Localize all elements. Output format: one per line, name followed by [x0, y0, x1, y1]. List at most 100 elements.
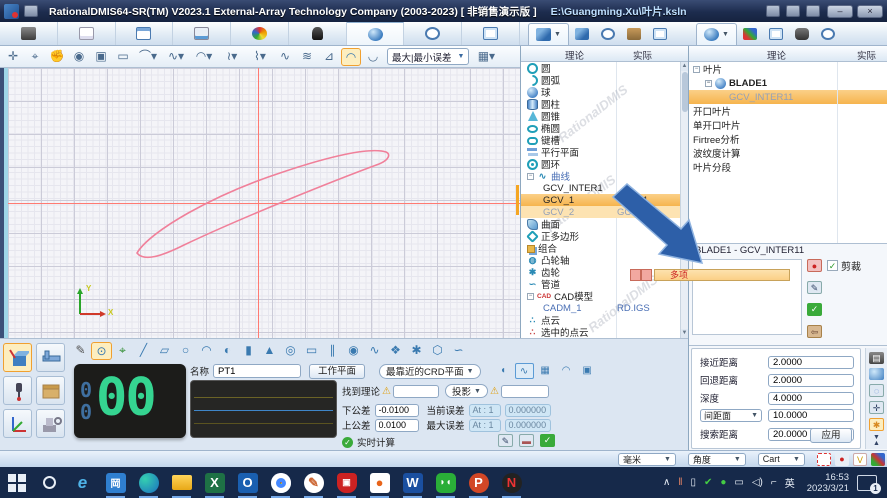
- tab-print[interactable]: [0, 22, 58, 45]
- tree-item-open-blade[interactable]: 开口叶片: [689, 104, 887, 118]
- print-icon[interactable]: ▤: [869, 352, 884, 364]
- taskbar-powerpoint[interactable]: P: [462, 467, 495, 498]
- tab-blade-sphere[interactable]: ▼: [696, 23, 737, 45]
- curve-feature-icon[interactable]: ∿: [364, 342, 385, 360]
- taskbar-edge[interactable]: [132, 467, 165, 498]
- surface-strip-icon[interactable]: ⊿: [319, 48, 339, 66]
- tab-solid-cube[interactable]: ▼: [528, 23, 569, 45]
- exit-icon[interactable]: ⇦: [807, 325, 822, 338]
- scroll-up-icon[interactable]: ▲: [681, 62, 688, 71]
- tree-item-pointcloud-selected[interactable]: ∴选中的点云: [521, 326, 680, 338]
- tray-status-icon[interactable]: ‖: [678, 477, 682, 488]
- alarm-icon[interactable]: ●: [835, 453, 849, 466]
- start-button[interactable]: [0, 467, 33, 498]
- tab-display[interactable]: [173, 22, 231, 45]
- probe-sphere-icon[interactable]: [869, 368, 884, 380]
- tree-item-curve[interactable]: −∿曲线: [521, 170, 680, 182]
- error-mode-dropdown[interactable]: 最大|最小误差 ▼: [387, 48, 469, 65]
- erase-icon[interactable]: ▬: [519, 434, 534, 447]
- cube-view-icon[interactable]: ▣: [578, 363, 597, 379]
- torus-feature-icon[interactable]: ◉: [343, 342, 364, 360]
- surface-feature-icon[interactable]: ❖: [385, 342, 406, 360]
- scan-curve-1-icon[interactable]: ⌒▾: [135, 48, 161, 66]
- tree-item-blade1[interactable]: −BLADE1: [689, 76, 887, 90]
- zoom-window-icon[interactable]: ⌖: [25, 48, 45, 66]
- controller-icon[interactable]: [766, 5, 780, 17]
- theory-column-header[interactable]: 理论: [767, 48, 786, 62]
- network-icon[interactable]: ⌐: [771, 477, 777, 488]
- profile-view-icon[interactable]: ∿: [515, 363, 534, 379]
- tree-item-firtree[interactable]: Firtree分析: [689, 132, 887, 146]
- taskbar-clock[interactable]: 16:53 2023/3/21: [807, 472, 849, 494]
- scan-curve-2-icon[interactable]: ∿▾: [163, 48, 189, 66]
- pitch-mode-dropdown[interactable]: 间距面▼: [700, 409, 762, 422]
- quick-access-icon[interactable]: [24, 5, 38, 17]
- coordinate-system-button[interactable]: [3, 409, 32, 438]
- feature-cube-icon[interactable]: [575, 28, 589, 40]
- actual-column-header[interactable]: 实际: [633, 48, 652, 62]
- polygon-feature-icon[interactable]: ⬡: [427, 342, 448, 360]
- app-icon[interactable]: [4, 4, 19, 19]
- report-screen-icon[interactable]: [653, 28, 667, 40]
- window-icon[interactable]: [769, 28, 783, 40]
- collapse-icon[interactable]: −: [527, 173, 534, 180]
- scan-curve-5-icon[interactable]: ⌇▾: [247, 48, 273, 66]
- tab-clock[interactable]: [404, 22, 462, 45]
- view-eye-icon[interactable]: ◉: [69, 48, 89, 66]
- angle-dropdown[interactable]: 角度▼: [688, 453, 746, 466]
- close-button[interactable]: ×: [857, 5, 883, 18]
- retract-distance-input[interactable]: [768, 374, 854, 387]
- pan-view-icon[interactable]: ✛: [3, 48, 23, 66]
- cone-feature-icon[interactable]: ▲: [259, 342, 280, 360]
- projection-dropdown[interactable]: 投影▼: [445, 384, 488, 398]
- taskbar-explorer[interactable]: [165, 467, 198, 498]
- collapse-chevrons-icon[interactable]: ▼▲: [869, 435, 884, 447]
- taskbar-design-app[interactable]: ✎: [297, 467, 330, 498]
- tab-table[interactable]: [116, 22, 174, 45]
- scroll-down-icon[interactable]: ▼: [681, 329, 688, 338]
- bounds-icon[interactable]: [817, 453, 831, 466]
- clear-selection-icon[interactable]: ●: [807, 259, 822, 272]
- curve-flip-icon[interactable]: ◡: [363, 48, 383, 66]
- sphere-feature-icon[interactable]: ◐: [217, 342, 238, 360]
- ellipse-feature-icon[interactable]: ◎: [280, 342, 301, 360]
- taskbar-outlook[interactable]: O: [231, 467, 264, 498]
- measure-mode-button[interactable]: [3, 343, 32, 372]
- graphics-viewport[interactable]: Y X: [0, 68, 520, 338]
- volume-icon[interactable]: ◁): [752, 477, 763, 488]
- ime-indicator[interactable]: 英: [785, 475, 795, 490]
- crd-plane-dropdown[interactable]: 最靠近的CRD平面 ▼: [379, 364, 481, 379]
- taskbar-word[interactable]: W: [396, 467, 429, 498]
- settings-gear-icon[interactable]: ✱: [869, 418, 884, 431]
- curve-measure-active-icon[interactable]: ◠: [341, 48, 361, 66]
- fixture-icon[interactable]: [627, 28, 641, 40]
- tray-check-icon[interactable]: ✔: [704, 477, 712, 488]
- lower-tolerance-input[interactable]: [375, 404, 419, 417]
- grab-hand-icon[interactable]: ✊: [47, 48, 67, 66]
- scan-curve-3-icon[interactable]: ◠▾: [191, 48, 217, 66]
- probe-angle-icon[interactable]: [821, 28, 835, 40]
- taskbar-chrome[interactable]: [264, 467, 297, 498]
- session-icon[interactable]: [806, 5, 820, 17]
- tree-item-blade-segment[interactable]: 叶片分段: [689, 160, 887, 174]
- search-button[interactable]: [33, 467, 66, 498]
- select-box-icon[interactable]: ▣: [91, 48, 111, 66]
- wave-profile-1-icon[interactable]: ∿: [275, 48, 295, 66]
- coord-system-dropdown[interactable]: Cart▼: [758, 453, 805, 466]
- taskbar-ie[interactable]: e: [66, 467, 99, 498]
- tray-expand-icon[interactable]: ∧: [663, 477, 670, 488]
- taskbar-dmis-app[interactable]: N: [495, 467, 528, 498]
- tray-card-icon[interactable]: ▭: [734, 477, 743, 488]
- point-feature-icon[interactable]: ⊙: [91, 342, 112, 360]
- approach-distance-input[interactable]: [768, 356, 854, 369]
- edit-section-icon[interactable]: ✎: [807, 281, 822, 294]
- upper-tolerance-input[interactable]: [375, 419, 419, 432]
- tree-item-waviness[interactable]: 波纹度计算: [689, 146, 887, 160]
- apply-button[interactable]: 应用: [810, 428, 852, 443]
- clip-checkbox[interactable]: ✓ 剪裁: [827, 258, 861, 273]
- tree-item-single-open-blade[interactable]: 单开口叶片: [689, 118, 887, 132]
- taskbar-foxit[interactable]: ●: [363, 467, 396, 498]
- parallel-planes-feature-icon[interactable]: ∥: [322, 342, 343, 360]
- theory-column-header[interactable]: 理论: [565, 48, 584, 62]
- volt-icon[interactable]: V: [853, 453, 867, 466]
